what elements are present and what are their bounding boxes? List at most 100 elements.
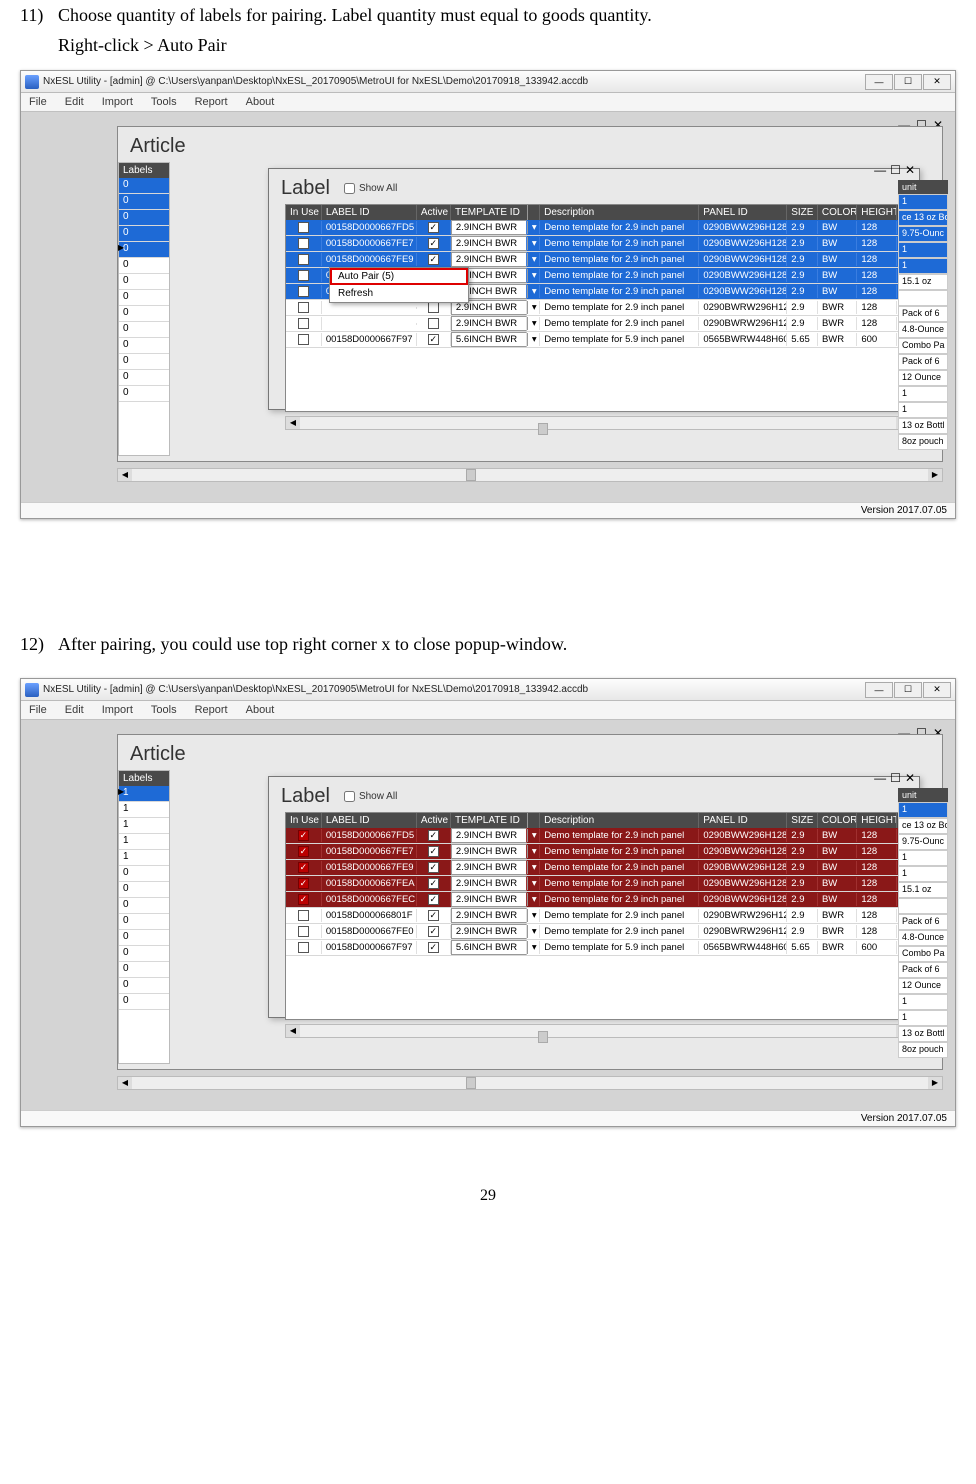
menu-file[interactable]: File bbox=[29, 96, 47, 108]
popup-max-icon[interactable]: ☐ bbox=[890, 771, 901, 785]
cell-template[interactable]: 2.9INCH BWR bbox=[451, 220, 527, 235]
active-checkbox[interactable] bbox=[428, 894, 439, 905]
label-grid-2[interactable]: In Use LABEL ID Active TEMPLATE ID Descr… bbox=[285, 812, 911, 1020]
unit-cell[interactable]: Pack of 6 bbox=[898, 354, 948, 370]
template-dropdown-icon[interactable]: ▾ bbox=[527, 221, 540, 234]
template-dropdown-icon[interactable]: ▾ bbox=[527, 845, 540, 858]
maximize-button[interactable]: ☐ bbox=[894, 682, 922, 698]
col-size[interactable]: SIZE bbox=[787, 205, 818, 220]
table-row[interactable]: 00158D0000667FD52.9INCH BWR▾Demo templat… bbox=[286, 220, 910, 236]
labels-cell[interactable]: 1 bbox=[119, 818, 169, 834]
template-dropdown-icon[interactable]: ▾ bbox=[527, 333, 540, 346]
col-color[interactable]: COLOR bbox=[818, 205, 857, 220]
unit-cell[interactable]: 4.8-Ounce bbox=[898, 930, 948, 946]
inuse-checkbox[interactable] bbox=[298, 830, 309, 841]
menu-edit[interactable]: Edit bbox=[65, 96, 84, 108]
table-row[interactable]: 00158D0000667FE92.9INCH BWR▾Demo templat… bbox=[286, 252, 910, 268]
inuse-checkbox[interactable] bbox=[298, 862, 309, 873]
outer-scroll-thumb[interactable] bbox=[466, 1077, 476, 1089]
inuse-checkbox[interactable] bbox=[298, 334, 309, 345]
cell-template[interactable]: 2.9INCH BWR bbox=[451, 828, 527, 843]
show-all-checkbox[interactable]: Show All bbox=[344, 183, 397, 194]
col-size[interactable]: SIZE bbox=[787, 813, 818, 828]
unit-cell[interactable]: Pack of 6 bbox=[898, 962, 948, 978]
col-labelid[interactable]: LABEL ID bbox=[322, 205, 417, 220]
scroll-thumb[interactable] bbox=[538, 1031, 548, 1043]
inuse-checkbox[interactable] bbox=[298, 222, 309, 233]
unit-cell[interactable]: 1 bbox=[898, 194, 948, 210]
col-inuse[interactable]: In Use bbox=[286, 205, 322, 220]
col-labelid[interactable]: LABEL ID bbox=[322, 813, 417, 828]
template-dropdown-icon[interactable]: ▾ bbox=[527, 861, 540, 874]
menu-import[interactable]: Import bbox=[102, 96, 133, 108]
menu-tools[interactable]: Tools bbox=[151, 704, 177, 716]
active-checkbox[interactable] bbox=[428, 254, 439, 265]
cell-template[interactable]: 2.9INCH BWR bbox=[451, 876, 527, 891]
inuse-checkbox[interactable] bbox=[298, 910, 309, 921]
labels-cell[interactable]: 0 bbox=[119, 290, 169, 306]
minimize-button[interactable]: — bbox=[865, 74, 893, 90]
scroll-thumb[interactable] bbox=[538, 423, 548, 435]
labels-cell[interactable]: 0 bbox=[119, 322, 169, 338]
menu-report[interactable]: Report bbox=[195, 704, 228, 716]
col-inuse[interactable]: In Use bbox=[286, 813, 322, 828]
unit-cell[interactable]: Combo Pa bbox=[898, 946, 948, 962]
menu-report[interactable]: Report bbox=[195, 96, 228, 108]
label-grid[interactable]: In Use LABEL ID Active TEMPLATE ID Descr… bbox=[285, 204, 911, 412]
labels-cell[interactable]: 0 bbox=[119, 962, 169, 978]
unit-cell[interactable]: 15.1 oz bbox=[898, 274, 948, 290]
labels-cell[interactable]: 0 bbox=[119, 898, 169, 914]
active-checkbox[interactable] bbox=[428, 302, 439, 313]
maximize-button[interactable]: ☐ bbox=[894, 74, 922, 90]
col-desc[interactable]: Description bbox=[540, 205, 699, 220]
labels-cell[interactable]: 0 bbox=[119, 274, 169, 290]
cell-template[interactable]: 2.9INCH BWR bbox=[451, 844, 527, 859]
unit-cell[interactable]: 1 bbox=[898, 1010, 948, 1026]
col-height[interactable]: HEIGHT bbox=[857, 813, 896, 828]
outer-scroll-right[interactable]: ▶ bbox=[928, 469, 942, 481]
cell-template[interactable]: 2.9INCH BWR bbox=[451, 892, 527, 907]
unit-cell[interactable]: 13 oz Bottl bbox=[898, 1026, 948, 1042]
labels-cell[interactable]: 0 bbox=[119, 258, 169, 274]
col-height[interactable]: HEIGHT bbox=[857, 205, 896, 220]
unit-cell[interactable]: Combo Pa bbox=[898, 338, 948, 354]
active-checkbox[interactable] bbox=[428, 878, 439, 889]
cell-template[interactable]: 2.9INCH BWR bbox=[451, 860, 527, 875]
table-row[interactable]: 2.9INCH BWR▾Demo template for 2.9 inch p… bbox=[286, 316, 910, 332]
active-checkbox[interactable] bbox=[428, 910, 439, 921]
menu-file[interactable]: File bbox=[29, 704, 47, 716]
unit-cell[interactable]: 8oz pouch bbox=[898, 434, 948, 450]
labels-cell[interactable]: 1 bbox=[119, 850, 169, 866]
col-desc[interactable]: Description bbox=[540, 813, 699, 828]
labels-cell[interactable]: 0 bbox=[119, 306, 169, 322]
unit-cell[interactable]: 1 bbox=[898, 386, 948, 402]
active-checkbox[interactable] bbox=[428, 238, 439, 249]
labels-cell[interactable]: 0 bbox=[119, 386, 169, 402]
outer-scroll-left[interactable]: ◀ bbox=[118, 469, 132, 481]
template-dropdown-icon[interactable]: ▾ bbox=[527, 877, 540, 890]
grid-hscroll[interactable]: ◀▶ bbox=[285, 416, 911, 430]
grid-hscroll-2[interactable]: ◀▶ bbox=[285, 1024, 911, 1038]
active-checkbox[interactable] bbox=[428, 222, 439, 233]
template-dropdown-icon[interactable]: ▾ bbox=[527, 285, 540, 298]
unit-cell[interactable]: 1 bbox=[898, 258, 948, 274]
unit-cell[interactable]: 1 bbox=[898, 994, 948, 1010]
col-panel[interactable]: PANEL ID bbox=[699, 205, 787, 220]
unit-cell[interactable]: Pack of 6 bbox=[898, 306, 948, 322]
template-dropdown-icon[interactable]: ▾ bbox=[527, 941, 540, 954]
template-dropdown-icon[interactable]: ▾ bbox=[527, 253, 540, 266]
col-active[interactable]: Active bbox=[417, 205, 451, 220]
popup-close-icon[interactable]: ✕ bbox=[905, 771, 915, 785]
unit-cell[interactable]: Pack of 6 bbox=[898, 914, 948, 930]
cell-template[interactable]: 2.9INCH BWR bbox=[451, 316, 527, 331]
show-all-checkbox-2[interactable]: Show All bbox=[344, 791, 397, 802]
close-button[interactable]: ✕ bbox=[923, 74, 951, 90]
template-dropdown-icon[interactable]: ▾ bbox=[527, 909, 540, 922]
unit-cell[interactable]: 12 Ounce bbox=[898, 978, 948, 994]
inuse-checkbox[interactable] bbox=[298, 254, 309, 265]
labels-cell[interactable]: 0 bbox=[119, 978, 169, 994]
menu-import[interactable]: Import bbox=[102, 704, 133, 716]
labels-cell[interactable]: 0 bbox=[119, 210, 169, 226]
show-all-input-2[interactable] bbox=[344, 791, 355, 802]
unit-cell[interactable]: 9.75-Ounc bbox=[898, 834, 948, 850]
